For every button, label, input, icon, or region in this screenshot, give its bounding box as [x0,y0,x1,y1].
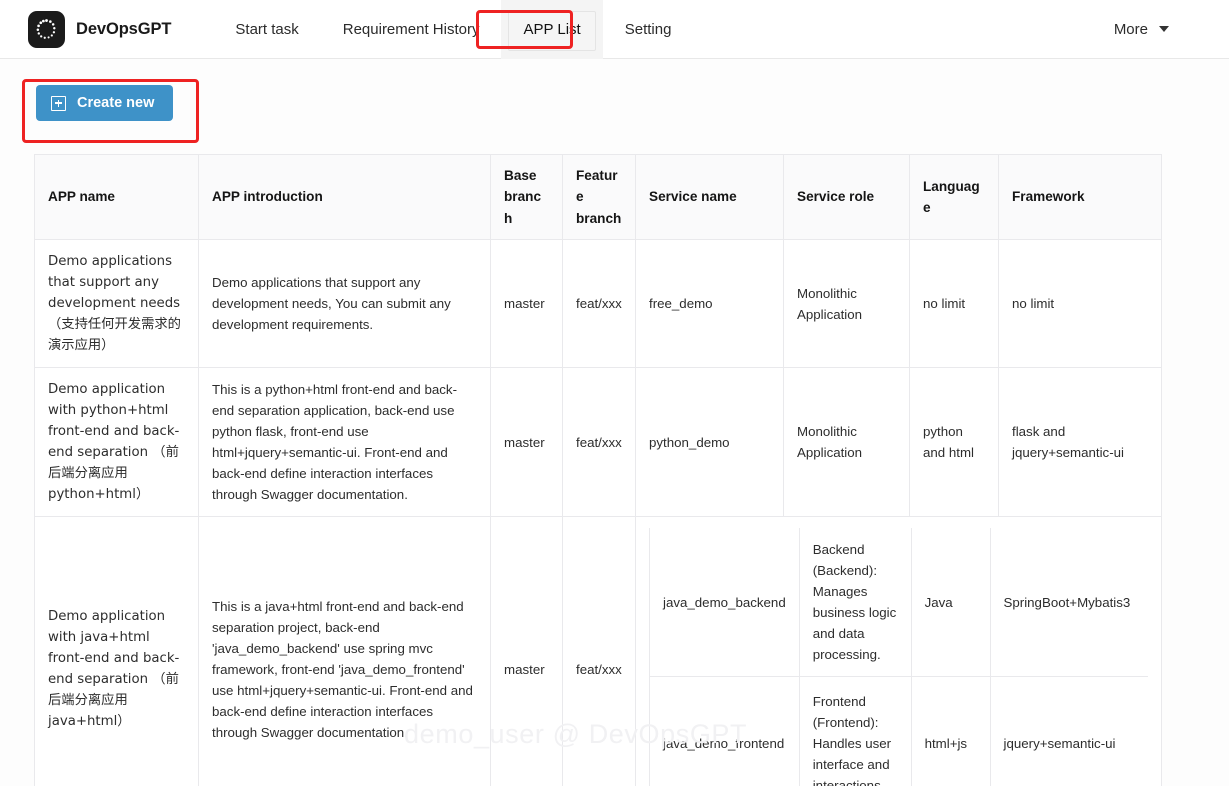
cell-service-name: java_demo_backend [649,528,800,678]
cell-feature-branch: feat/xxx [562,367,636,518]
cell-feature-branch: feat/xxx [562,516,636,786]
cell-service-name: java_demo_frontend [649,676,800,786]
table-row[interactable]: Demo applications that support any devel… [34,239,1162,369]
cell-service-role: Monolithic Application [783,367,910,518]
more-menu[interactable]: More [1114,21,1207,38]
column-header-app-introduction[interactable]: APP introduction [198,153,491,241]
nav-item-requirement-history[interactable]: Requirement History [321,0,502,59]
nav-item-label: Start task [235,20,299,38]
cell-language: Java [910,528,991,678]
column-header-framework[interactable]: Framework [998,153,1162,241]
app-list-table: APP name APP introduction Base branch Fe… [34,153,1162,786]
column-header-language[interactable]: Language [909,153,999,241]
column-header-app-name[interactable]: APP name [34,153,199,241]
create-new-button[interactable]: Create new [36,85,174,121]
chevron-down-icon [1159,26,1169,32]
cell-service-role: Frontend (Frontend): Handles user interf… [798,676,912,786]
table-body: Demo applications that support any devel… [34,239,1162,786]
app-page: DevOpsGPT Start task Requirement History… [0,0,1229,786]
cell-base-branch: master [490,367,563,518]
cell-service-name: free_demo [635,239,784,369]
cell-service-name: python_demo [635,367,784,518]
brand-name: DevOpsGPT [76,19,172,38]
column-header-base-branch[interactable]: Base branch [490,153,563,241]
cell-app-introduction: Demo applications that support any devel… [198,239,491,369]
column-header-feature-branch[interactable]: Feature branch [562,153,636,241]
more-label: More [1113,20,1148,38]
nav-item-start-task[interactable]: Start task [213,0,320,59]
cell-app-name: Demo application with python+html front-… [34,367,199,518]
dotted-ring-logo-icon [28,10,65,48]
nav-item-label: APP List [523,20,581,38]
cell-framework: SpringBoot+Mybatis3 [989,528,1148,678]
page-content: Create new demo_user @ DevOpsGPT APP nam… [0,59,1229,786]
brand[interactable]: DevOpsGPT [28,10,172,48]
cell-base-branch: master [490,239,563,369]
toolbar: Create new [0,59,1229,121]
table-header-row: APP name APP introduction Base branch Fe… [34,153,1162,241]
top-header: DevOpsGPT Start task Requirement History… [0,0,1229,59]
cell-language: no limit [909,239,999,369]
services-subtable: java_demo_backend Backend (Backend): Man… [649,528,1148,786]
cell-service-role: Monolithic Application [783,239,910,369]
cell-app-name: Demo application with java+html front-en… [34,516,199,786]
cell-base-branch: master [490,516,563,786]
cell-language: html+js [910,676,991,786]
cell-service-role: Backend (Backend): Manages business logi… [798,528,912,678]
column-header-service-role[interactable]: Service role [783,153,910,241]
cell-app-name: Demo applications that support any devel… [34,239,199,369]
nav-item-label: Setting [624,20,672,38]
cell-app-introduction: This is a python+html front-end and back… [198,367,491,518]
column-header-service-name[interactable]: Service name [635,153,784,241]
table-header: APP name APP introduction Base branch Fe… [34,153,1162,241]
cell-app-introduction: This is a java+html front-end and back-e… [198,516,491,786]
cell-framework: no limit [998,239,1162,369]
nav-item-label: Requirement History [342,20,480,38]
create-new-label: Create new [77,95,155,111]
services-subtable-container: java_demo_backend Backend (Backend): Man… [635,516,1162,786]
main-nav: Start task Requirement History APP List … [213,0,693,59]
app-list-table-container: demo_user @ DevOpsGPT APP name APP intro… [34,153,1162,786]
table-row[interactable]: Demo application with python+html front-… [34,367,1162,518]
service-row[interactable]: java_demo_backend Backend (Backend): Man… [649,528,1148,678]
plus-square-icon [51,95,66,111]
nav-item-app-list[interactable]: APP List [501,0,603,59]
cell-language: python and html [909,367,999,518]
cell-framework: jquery+semantic-ui [989,676,1148,786]
cell-feature-branch: feat/xxx [562,239,636,369]
table-row[interactable]: Demo application with java+html front-en… [34,516,1162,786]
service-row[interactable]: java_demo_frontend Frontend (Frontend): … [649,676,1148,786]
cell-framework: flask and jquery+semantic-ui [998,367,1162,518]
nav-item-setting[interactable]: Setting [603,0,694,59]
